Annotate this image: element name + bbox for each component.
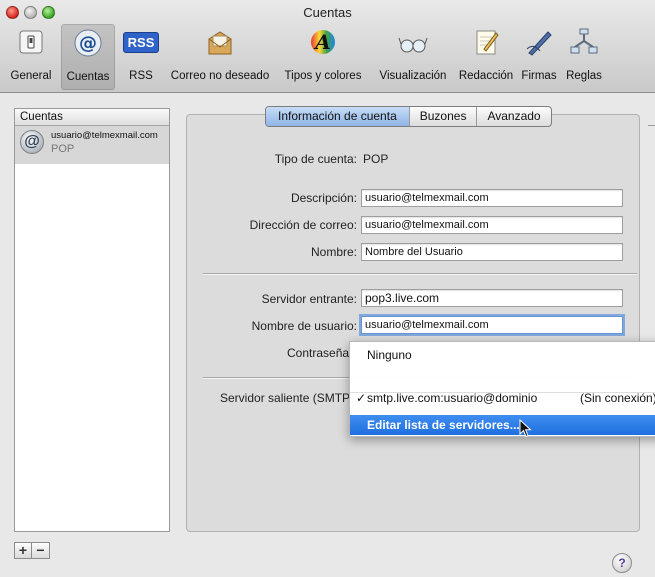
email-label: Dirección de correo: [249,218,357,232]
help-button[interactable]: ? [612,553,632,573]
toolbar-rss[interactable]: RSS RSS [119,26,163,86]
form-divider [203,273,637,275]
checkmark-icon: ✓ [356,391,367,405]
remove-account-button[interactable]: − [32,542,50,559]
password-label: Contraseña [287,346,350,360]
glasses-icon [397,26,429,58]
toolbar-rules[interactable]: Reglas [562,26,606,86]
rules-icon [568,26,600,58]
menu-item-none[interactable]: Ninguno [350,345,655,365]
svg-text:@: @ [79,33,97,54]
general-switch-icon [15,26,47,58]
account-row[interactable]: @ usuario@telmexmail.com POP [15,126,169,164]
toolbar-general[interactable]: General [3,26,59,86]
account-type-label: Tipo de cuenta: [274,152,357,166]
name-label: Nombre: [310,245,357,259]
pen-icon [523,26,555,58]
at-sign-icon: @ [72,27,104,59]
description-label: Descripción: [290,191,357,205]
name-field[interactable]: Nombre del Usuario [361,243,623,261]
tab-advanced[interactable]: Avanzado [476,107,550,126]
accounts-list-header: Cuentas [15,109,169,126]
accounts-list: Cuentas @ usuario@telmexmail.com POP [14,108,170,532]
connection-status: (Sin conexión) [580,391,655,405]
notepad-icon [470,26,502,58]
incoming-server-label: Servidor entrante: [261,292,357,306]
account-type: POP [51,143,75,155]
smtp-server-menu: Ninguno ✓ smtp.live.com:usuario@dominio … [349,341,655,437]
toolbar: Cuentas General @ Cuentas RSS RSS Correo… [0,0,655,93]
tab-account-info[interactable]: Información de cuenta [266,107,409,126]
preferences-window: Cuentas General @ Cuentas RSS RSS Correo… [0,0,655,577]
window-title: Cuentas [303,5,352,20]
toolbar-cuentas[interactable]: @ Cuentas [61,24,115,90]
rss-icon: RSS [122,26,160,58]
toolbar-fonts-colors[interactable]: A Tipos y colores [274,26,372,86]
incoming-server-field[interactable]: pop3.live.com [361,289,623,307]
email-field[interactable]: usuario@telmexmail.com [361,216,623,234]
fonts-colors-icon: A [307,26,339,58]
add-account-button[interactable]: + [14,542,32,559]
junk-mail-icon [204,26,236,58]
toolbar-viewing[interactable]: Visualización [373,26,453,86]
description-field[interactable]: usuario@telmexmail.com [361,189,623,207]
svg-text:A: A [313,30,331,54]
tab-mailboxes[interactable]: Buzones [408,107,477,126]
menu-item-edit-server-list[interactable]: Editar lista de servidores... [350,415,655,435]
tab-bar: Información de cuenta Buzones Avanzado [265,106,552,127]
account-buttons: + − [14,542,50,559]
toolbar-junk-mail[interactable]: Correo no deseado [167,26,273,86]
username-label: Nombre de usuario: [251,319,357,333]
menu-item-smtp-live[interactable]: ✓ smtp.live.com:usuario@dominio (Sin con… [350,388,655,408]
account-at-icon: @ [20,130,44,154]
toolbar-signatures[interactable]: Firmas [517,26,561,86]
window-edge [648,125,655,132]
account-type-value: POP [363,152,389,166]
account-name: usuario@telmexmail.com [51,130,158,141]
smtp-label: Servidor saliente (SMTP) [220,391,355,405]
username-field[interactable]: usuario@telmexmail.com [361,316,623,334]
toolbar-composing[interactable]: Redacción [455,26,517,86]
mouse-pointer-icon [519,418,533,442]
